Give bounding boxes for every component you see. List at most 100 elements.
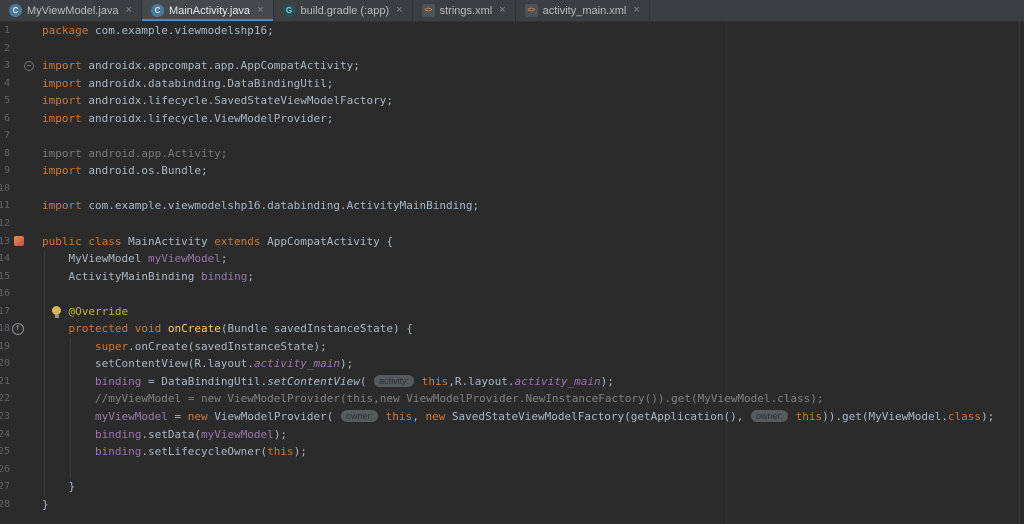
code-line-14[interactable]: 14 MyViewModel myViewModel; [0,250,1024,268]
code-text: //myViewModel = new ViewModelProvider(th… [38,390,1024,408]
tab-label: strings.xml [439,4,493,17]
java-class-file-icon: C [9,4,22,17]
code-text: import androidx.lifecycle.SavedStateView… [38,92,1024,110]
token-txt: (Bundle savedInstanceState) { [220,322,413,336]
code-line-4[interactable]: 4 import androidx.databinding.DataBinding… [0,75,1024,93]
gutter-spacer [10,390,38,408]
gutter-spacer [10,40,38,58]
code-line-22[interactable]: 22 //myViewModel = new ViewModelProvider… [0,390,1024,408]
editor-scrollbar[interactable] [1019,22,1024,524]
gutter-spacer [10,75,38,93]
code-line-3[interactable]: 3 import androidx.appcompat.app.AppCompat… [0,57,1024,75]
code-text: binding = DataBindingUtil.setContentView… [38,373,1024,391]
token-field: binding [94,374,142,388]
gutter-spacer [10,197,38,215]
tab-build-gradle-app[interactable]: Gbuild.gradle (:app) × [274,0,413,21]
token-kw: this [267,445,294,459]
code-line-11[interactable]: 11 import com.example.viewmodelshp16.data… [0,197,1024,215]
token-txt: AppCompatActivity { [267,234,394,248]
line-number: 25 [0,446,10,458]
token-gray: import android.app.Activity; [42,146,228,160]
code-line-10[interactable]: 10 [0,180,1024,198]
line-number: 15 [0,270,10,282]
line-number: 14 [0,253,10,265]
token-kw: new [425,410,446,424]
code-text: super.onCreate(savedInstanceState); [38,338,1024,356]
code-line-25[interactable]: 25 binding.setLifecycleOwner(this); [0,443,1024,461]
line-number: 5 [3,95,10,107]
close-tab-icon[interactable]: × [396,5,402,16]
code-line-20[interactable]: 20 setContentView(R.layout.activity_main… [0,355,1024,373]
token-txt: androidx.databinding.DataBindingUtil; [88,76,334,90]
code-line-18[interactable]: 18 protected void onCreate(Bundle savedI… [0,320,1024,338]
line-number: 23 [0,411,10,423]
gutter-spacer [10,496,38,514]
close-tab-icon[interactable]: × [499,5,505,16]
close-tab-icon[interactable]: × [257,5,263,16]
code-text: setContentView(R.layout.activity_main); [38,355,1024,373]
code-line-6[interactable]: 6 import androidx.lifecycle.ViewModelProv… [0,110,1024,128]
gutter-spacer [10,162,38,180]
token-kw: extends [214,234,268,248]
line-number: 8 [3,147,10,159]
close-tab-icon[interactable]: × [126,5,132,16]
token-txt: ViewModelProvider( [207,410,341,424]
code-line-19[interactable]: 19 super.onCreate(savedInstanceState); [0,338,1024,356]
token-txt: MainActivity [128,234,215,248]
code-line-13[interactable]: 13 public class MainActivity extends AppC… [0,233,1024,251]
tab-strings-xml[interactable]: <> strings.xml × [413,0,516,21]
code-line-7[interactable]: 7 [0,127,1024,145]
code-line-17[interactable]: 17 @Override [0,303,1024,321]
code-text: package com.example.viewmodelshp16; [38,22,1024,40]
class-gutter-icon[interactable] [10,233,38,251]
tab-myviewmodel-java[interactable]: C MyViewModel.java × [0,0,142,21]
line-number: 3 [3,60,10,72]
code-editor[interactable]: 1 package com.example.viewmodelshp16; 2 3 im… [0,22,1024,524]
tab-activity-main-xml[interactable]: <> activity_main.xml × [516,0,650,21]
gutter-spacer [10,303,38,321]
token-txt: com.example.viewmodelshp16; [94,24,274,37]
token-kw: this [415,374,449,388]
token-kw: super [94,339,129,353]
line-number: 17 [0,305,10,317]
code-line-2[interactable]: 2 [0,40,1024,58]
token-txt: androidx.appcompat.app.AppCompatActivity… [88,59,360,73]
code-text: myViewModel = new ViewModelProvider( own… [38,408,1024,426]
token-txt: .setLifecycleOwner( [141,445,268,459]
intention-bulb-icon[interactable] [52,305,61,318]
overrides-method-icon[interactable] [10,320,38,338]
code-line-21[interactable]: 21 binding = DataBindingUtil.setContentV… [0,373,1024,391]
close-tab-icon[interactable]: × [633,5,639,16]
code-line-9[interactable]: 9 import android.os.Bundle; [0,162,1024,180]
code-text: } [38,478,1024,496]
code-line-26[interactable]: 26 [0,461,1024,479]
imports-fold-icon[interactable] [10,57,38,75]
gutter-spacer [10,338,38,356]
code-line-5[interactable]: 5 import androidx.lifecycle.SavedStateVie… [0,92,1024,110]
code-line-12[interactable]: 12 [0,215,1024,233]
code-line-8[interactable]: 8 import android.app.Activity; [0,145,1024,163]
token-kw: protected void [68,322,168,336]
code-line-15[interactable]: 15 ActivityMainBinding binding; [0,268,1024,286]
code-line-1[interactable]: 1 package com.example.viewmodelshp16; [0,22,1024,40]
tab-mainactivity-java[interactable]: C MainActivity.java × [141,0,274,21]
code-line-24[interactable]: 24 binding.setData(myViewModel); [0,426,1024,444]
code-line-28[interactable]: 28} [0,496,1024,514]
code-line-16[interactable]: 16 [0,285,1024,303]
gutter-spacer [10,478,38,496]
token-kw: import [42,59,89,73]
code-line-23[interactable]: 23 myViewModel = new ViewModelProvider( … [0,408,1024,426]
token-kw: import [42,164,89,178]
line-number: 7 [3,130,10,142]
code-lines: 1 package com.example.viewmodelshp16; 2 3 im… [0,22,1024,513]
parameter-name-hint: owner: [750,410,788,423]
token-comment: //myViewModel = new ViewModelProvider(th… [42,392,824,406]
code-line-27[interactable]: 27 } [0,478,1024,496]
ide-editor-window: C MyViewModel.java × C MainActivity.java × Gbu… [0,0,1024,524]
gutter-spacer [10,373,38,391]
line-number: 21 [0,375,10,387]
